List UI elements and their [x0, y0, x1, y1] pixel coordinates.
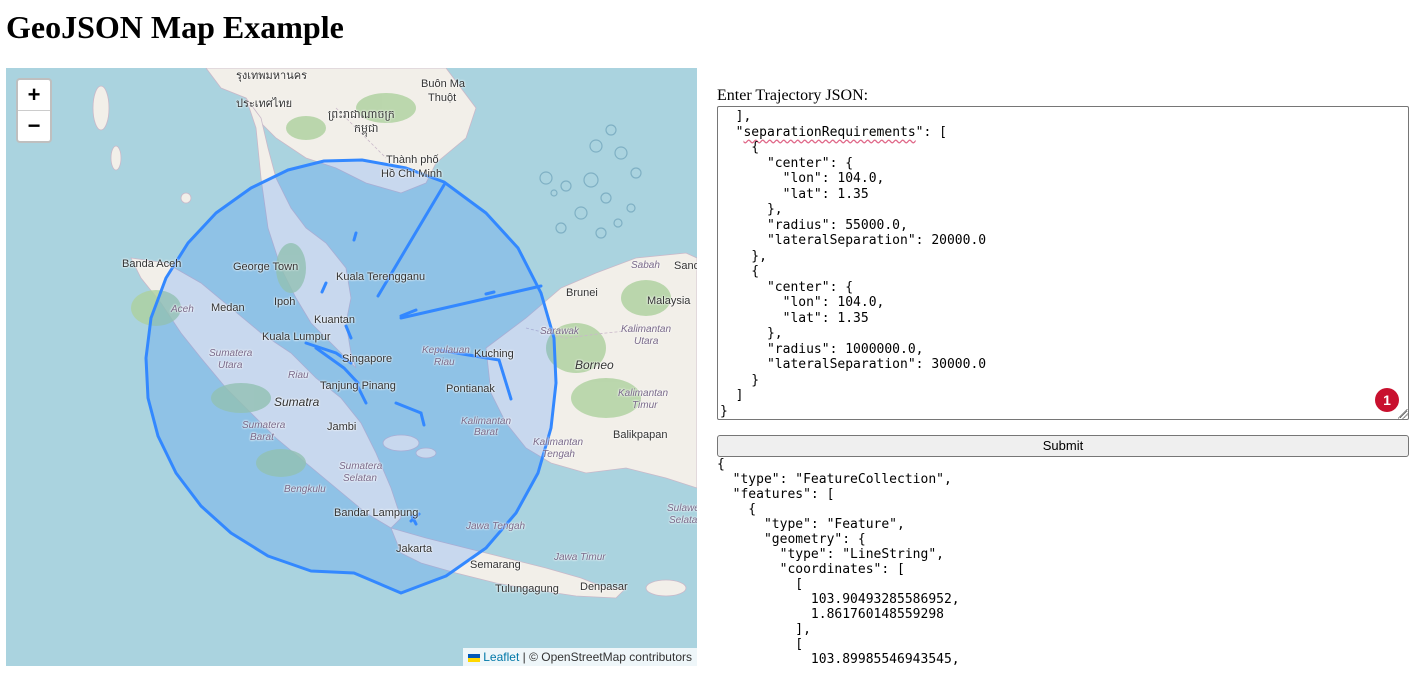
textarea-line: "separationRequirements": [ [720, 124, 947, 140]
textarea-line: "lateralSeparation": 20000.0 [720, 233, 987, 248]
textarea-line: } [720, 403, 728, 419]
map-label-sumatera-barat: Sumatera [242, 420, 286, 431]
textarea-line: "center": { [720, 279, 854, 295]
grammarly-badge-icon[interactable]: 1 [1375, 388, 1399, 412]
textarea-resize-handle[interactable] [1398, 409, 1408, 419]
map-label-tulungagung: Tulungagung [495, 583, 559, 595]
map-label-riau: Riau [288, 370, 309, 381]
map-label-bengkulu: Bengkulu [284, 484, 326, 495]
leaflet-link[interactable]: Leaflet [483, 650, 519, 664]
textarea-line: { [720, 140, 760, 155]
map-label-sulawesi: Sulawe [667, 503, 697, 514]
map-label-sumatera-selatan: Sumatera [339, 461, 383, 472]
map-label-sumatra: Sumatra [274, 395, 320, 409]
map-label-kalimantan-timur-2: Timur [632, 400, 658, 411]
map-label-buon-ma-thuot-2: Thuột [428, 92, 457, 104]
map-label-medan: Medan [211, 302, 245, 314]
trajectory-json-textarea[interactable]: ], "separationRequirements": [ { "center… [717, 106, 1409, 420]
map-label-singapore: Singapore [342, 353, 393, 365]
textarea-line: { [720, 264, 760, 279]
textarea-line: "radius": 55000.0, [720, 217, 908, 233]
map-label-bandar-lampung: Bandar Lampung [334, 507, 419, 519]
map-label-malaysia: Malaysia [647, 295, 691, 307]
map-label-sumatera-utara-2: Utara [218, 360, 243, 371]
map-label-brunei: Brunei [566, 287, 598, 299]
map-label-george-town: George Town [233, 261, 299, 273]
zoom-out-button[interactable]: − [18, 110, 50, 141]
map-label-kuala-lumpur: Kuala Lumpur [262, 331, 331, 343]
map-label-kuantan: Kuantan [314, 314, 355, 326]
map-label-jambi: Jambi [327, 421, 357, 433]
map-label-semarang: Semarang [470, 559, 521, 571]
textarea-line: } [720, 372, 760, 388]
map-label-kalimantan-barat-2: Barat [474, 427, 498, 438]
map-label-sabah: Sabah [631, 260, 660, 271]
textarea-line: "lat": 1.35 [720, 186, 869, 202]
map-label-kuala-terengganu: Kuala Terengganu [336, 271, 426, 283]
textarea-line: "radius": 1000000.0, [720, 341, 924, 357]
zoom-control: + − [16, 78, 52, 143]
map-label-bangkok: รุงเทพมหานคร [236, 70, 308, 82]
textarea-line: ], [720, 109, 752, 124]
trajectory-label: Enter Trajectory JSON: [717, 87, 869, 104]
geojson-output: { "type": "FeatureCollection", "features… [717, 457, 960, 667]
map-label-borneo: Borneo [575, 358, 614, 372]
zoom-in-button[interactable]: + [18, 80, 50, 110]
map-label-kalimantan-utara-2: Utara [634, 336, 659, 347]
map-label-buon-ma-thuot: Buôn Ma [421, 78, 466, 90]
map-label-sumatera-utara: Sumatera [209, 348, 253, 359]
map-label-banda-aceh: Banda Aceh [122, 258, 182, 270]
map[interactable]: รุงเทพมหานคร Buôn Ma Thuột ประเทศไทย ព្រ… [6, 68, 697, 666]
attribution-text: | © OpenStreetMap contributors [519, 650, 692, 664]
ukraine-flag-icon [468, 653, 481, 662]
map-label-kalimantan-tengah: Kalimantan [533, 437, 584, 448]
map-label-aceh: Aceh [171, 304, 194, 315]
map-label-cambodia-2: កម្ពុជា [354, 123, 379, 135]
map-label-denpasar: Denpasar [580, 581, 628, 593]
page-title: GeoJSON Map Example [6, 9, 344, 45]
textarea-line: "lon": 104.0, [720, 171, 885, 186]
textarea-line: "lateralSeparation": 30000.0 [720, 357, 987, 372]
map-label-sarawak: Sarawak [540, 326, 579, 337]
map-label-jawa-timur: Jawa Timur [554, 552, 606, 563]
submit-button[interactable]: Submit [717, 435, 1409, 457]
map-label-hcmc: Thành phố [386, 154, 439, 166]
map-label-sumatera-selatan-2: Selatan [343, 473, 377, 484]
textarea-line: }, [720, 248, 767, 264]
map-label-pontianak: Pontianak [446, 383, 495, 395]
map-label-sulawesi-2: Selata [669, 515, 697, 526]
map-label-kalimantan-tengah-2: Tengah [542, 449, 575, 460]
map-label-kepulauan-riau: Kepulauan [422, 345, 470, 356]
map-label-kalimantan-timur: Kalimantan [618, 388, 669, 399]
textarea-line: "center": { [720, 155, 854, 171]
textarea-line: }, [720, 326, 783, 341]
map-label-sumatera-barat-2: Barat [250, 432, 274, 443]
map-label-kalimantan-utara: Kalimantan [621, 324, 672, 335]
map-label-balikpapan: Balikpapan [613, 429, 668, 441]
map-label-kuching: Kuching [474, 348, 514, 360]
map-label-sand: Sand [674, 260, 697, 272]
map-label-jakarta: Jakarta [396, 543, 433, 555]
map-label-kepulauan-riau-2: Riau [434, 357, 455, 368]
map-label-ipoh: Ipoh [274, 296, 296, 308]
map-label-kalimantan-barat: Kalimantan [461, 416, 512, 427]
textarea-line: ] [720, 388, 744, 403]
textarea-line: "lat": 1.35 [720, 310, 869, 326]
map-label-hcmc-2: Hồ Chí Minh [381, 168, 443, 180]
textarea-line: }, [720, 202, 783, 217]
map-label-jawa-tengah: Jawa Tengah [466, 521, 526, 532]
map-label-thailand: ประเทศไทย [236, 98, 293, 110]
map-attribution: Leaflet | © OpenStreetMap contributors [463, 648, 697, 666]
textarea-line: "lon": 104.0, [720, 295, 885, 310]
map-label-tanjung-pinang: Tanjung Pinang [320, 380, 396, 392]
